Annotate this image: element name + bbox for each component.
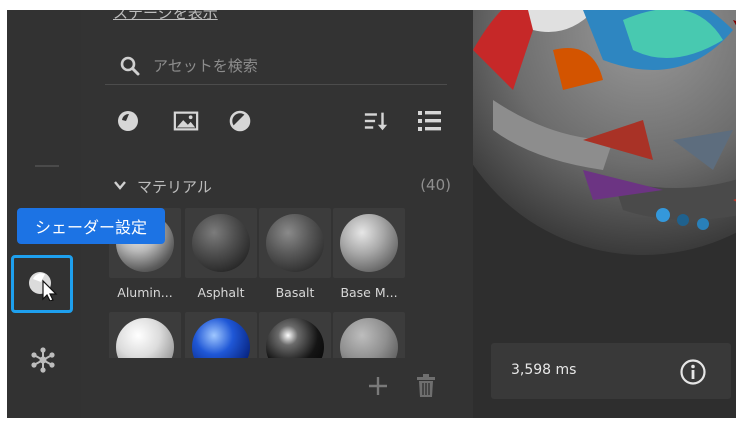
node-graph-button[interactable] [11, 332, 75, 388]
shader-settings-icon [29, 272, 58, 301]
material-filter-button[interactable] [115, 108, 141, 134]
search-bar[interactable] [105, 48, 447, 85]
material-preview [340, 318, 398, 358]
trash-icon [417, 374, 435, 397]
add-icon [369, 377, 387, 395]
materials-section-header[interactable]: マテリアル (40) [111, 176, 451, 198]
node-graph-icon [31, 347, 55, 373]
render-stats-bar: 3,598 ms [491, 343, 731, 399]
sort-button[interactable] [363, 108, 389, 134]
material-label: Alumin... [117, 285, 173, 300]
material-tile-basalt[interactable] [259, 208, 331, 278]
material-label: Asphalt [197, 285, 245, 300]
material-preview [192, 318, 250, 358]
material-preview [116, 318, 174, 358]
add-button[interactable] [367, 374, 389, 402]
chevron-down-icon [114, 181, 126, 190]
material-tile-base[interactable] [333, 208, 405, 278]
rendered-model [473, 10, 736, 255]
shader-settings-tooltip: シェーダー設定 [17, 208, 165, 244]
section-count: (40) [420, 176, 451, 194]
render-time: 3,598 ms [511, 362, 577, 378]
material-tile-asphalt[interactable] [185, 208, 257, 278]
light-filter-button[interactable] [227, 108, 253, 134]
material-tile[interactable] [109, 312, 181, 358]
material-tile[interactable] [185, 312, 257, 358]
material-preview [340, 214, 398, 272]
search-input[interactable] [153, 57, 433, 75]
material-label: Base M... [340, 285, 398, 300]
image-filter-icon [173, 111, 199, 131]
back-link[interactable]: ステージを表示 [113, 10, 218, 23]
material-tile[interactable] [333, 312, 405, 358]
delete-button[interactable] [415, 374, 437, 402]
viewport[interactable]: 3,598 ms [473, 10, 736, 418]
section-title: マテリアル [137, 178, 212, 196]
toolbar-divider [35, 165, 59, 167]
image-filter-button[interactable] [173, 108, 199, 134]
search-icon [120, 56, 140, 76]
material-preview [266, 318, 324, 358]
list-view-icon [418, 111, 441, 131]
material-preview [266, 214, 324, 272]
list-view-button[interactable] [417, 108, 443, 134]
info-button[interactable] [679, 358, 707, 386]
material-tile[interactable] [259, 312, 331, 358]
shader-settings-button[interactable] [11, 255, 73, 313]
sort-icon [364, 112, 388, 131]
light-filter-icon [229, 110, 251, 132]
material-filter-icon [118, 111, 138, 131]
info-icon [680, 359, 706, 385]
material-preview [192, 214, 250, 272]
app-window: シェーダー設定 ステージを表示 アセットを検索 マテリアル (40) Alumi… [7, 10, 736, 418]
material-label: Basalt [275, 285, 315, 300]
